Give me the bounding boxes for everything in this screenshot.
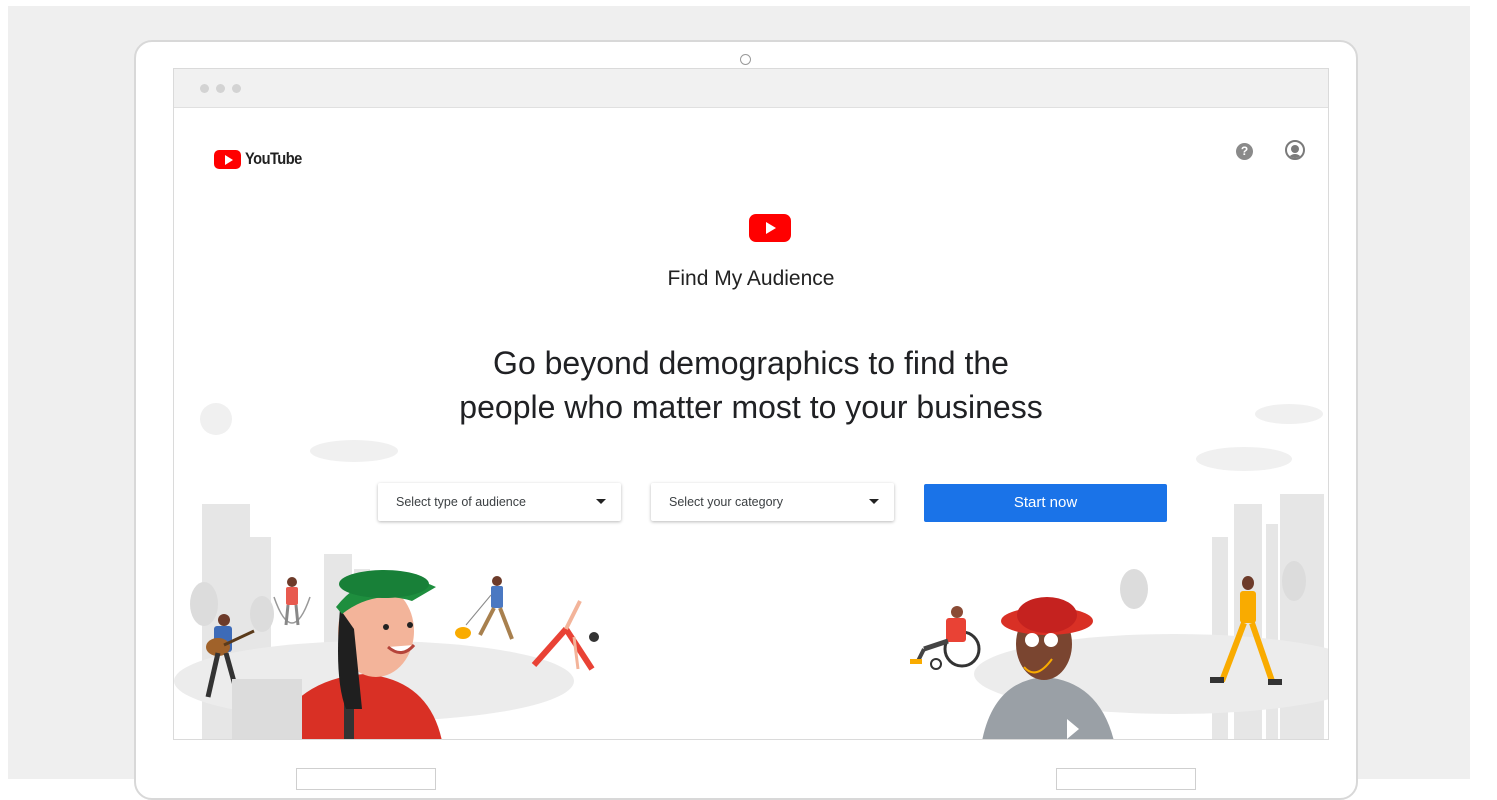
audience-type-select[interactable]: Select type of audience (378, 483, 621, 521)
start-now-button[interactable]: Start now (924, 484, 1167, 522)
audience-select-label: Select type of audience (396, 495, 526, 509)
youtube-play-icon (214, 149, 241, 169)
youtube-play-icon-large (749, 214, 791, 242)
youtube-wordmark: YouTube (245, 149, 302, 168)
product-title: Find My Audience (667, 267, 835, 290)
browser-window: YouTube ? Find My Audience Go beyond dem… (173, 68, 1329, 740)
youtube-logo[interactable]: YouTube (214, 149, 311, 169)
category-select[interactable]: Select your category (651, 483, 894, 521)
chevron-down-icon (869, 499, 879, 504)
lower-card-outline-right (1056, 768, 1196, 790)
account-circle-icon[interactable] (1285, 140, 1305, 160)
lower-card-outline-left (296, 768, 436, 790)
webcam-icon (740, 54, 751, 65)
category-select-label: Select your category (669, 495, 783, 509)
help-circle-icon[interactable]: ? (1236, 143, 1253, 160)
hero-headline: Go beyond demographics to find the peopl… (174, 341, 1328, 429)
account-head-shape (1291, 145, 1299, 153)
chevron-down-icon (596, 499, 606, 504)
headline-line-1: Go beyond demographics to find the (493, 345, 1009, 381)
headline-line-2: people who matter most to your business (459, 389, 1043, 425)
